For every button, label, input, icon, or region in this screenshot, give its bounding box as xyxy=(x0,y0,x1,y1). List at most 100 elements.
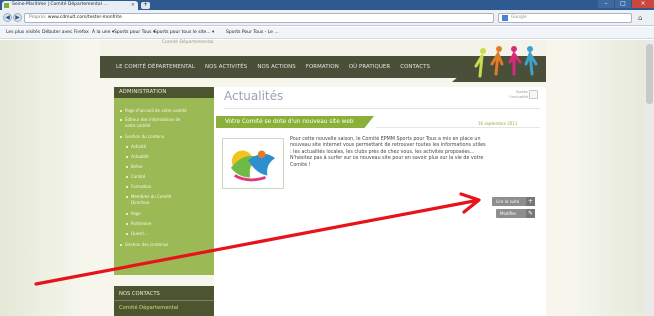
bookmark-item[interactable]: Sports Pour Tous - Le ... xyxy=(226,27,279,39)
bullet-icon xyxy=(126,146,128,148)
bullet-icon xyxy=(120,244,122,246)
sidebar-item-comite[interactable]: Comité xyxy=(126,174,145,179)
contacts-box: NOS CONTACTS Comité Départemental xyxy=(114,286,214,316)
edit-label: Modifier xyxy=(500,211,517,216)
bullet-icon xyxy=(126,176,128,178)
sidebar-item-label: votre comité xyxy=(125,123,151,128)
google-icon xyxy=(502,15,508,21)
scrollbar-thumb[interactable] xyxy=(646,44,653,104)
sidebar-item-formation[interactable]: Formation xyxy=(126,184,151,189)
bullet-icon xyxy=(126,213,128,215)
bullet-icon xyxy=(120,119,122,121)
bullet-icon xyxy=(126,166,128,168)
sidebar-item-home[interactable]: Page d'accueil de votre comité xyxy=(120,108,187,113)
close-window-icon[interactable]: × xyxy=(632,0,654,8)
read-more-button[interactable]: Lire la suite + xyxy=(492,197,535,206)
sidebar-item-membres-cont[interactable]: Directeur xyxy=(131,200,150,205)
article-title[interactable]: Votre Comité se dote d'un nouveau site w… xyxy=(216,116,374,128)
bullet-icon xyxy=(126,233,128,235)
divider xyxy=(114,300,214,301)
sidebar-item-label: Gestion des contenus xyxy=(125,242,169,247)
new-tab-button[interactable]: + xyxy=(141,2,150,9)
home-icon[interactable]: ⌂ xyxy=(638,14,642,22)
article-date: 16 septembre 2011 xyxy=(478,121,518,126)
pencil-icon: ✎ xyxy=(526,209,535,218)
bullet-icon xyxy=(126,196,128,198)
search-placeholder: Google xyxy=(511,15,527,20)
sidebar-item-label: Activité xyxy=(131,144,147,149)
sidebar-item-activite[interactable]: Activité xyxy=(126,144,146,149)
divider xyxy=(224,108,540,109)
all-news-link[interactable]: Toutes l'actualité xyxy=(502,89,528,99)
bullet-icon xyxy=(126,156,128,158)
article-body-line: Comité ! xyxy=(290,162,311,168)
edit-button[interactable]: Modifier ✎ xyxy=(496,209,535,218)
sidebar-item-label: Page xyxy=(131,211,141,216)
bookmark-item[interactable]: Sports pour Tous ▾ xyxy=(114,27,155,39)
browser-tab-bar: Seine-Maritime | Comité Départemental ..… xyxy=(0,0,654,10)
sidebar-item-breve[interactable]: Brève xyxy=(126,164,143,169)
sidebar-item-label: Questi... xyxy=(131,231,148,236)
sidebar-item-label: Brève xyxy=(131,164,143,169)
menu-item-comite[interactable]: LE COMITÉ DÉPARTEMENTAL xyxy=(116,64,195,70)
sidebar-item-actualite[interactable]: Actualité xyxy=(126,154,149,159)
read-more-label: Lire la suite xyxy=(496,199,520,204)
site-logo xyxy=(452,46,546,82)
contacts-name[interactable]: Comité Départemental xyxy=(119,305,178,311)
sidebar-item-editor[interactable]: Éditeur des informations de xyxy=(120,117,180,122)
sidebar-item-label: Page d'accueil de votre comité xyxy=(125,108,187,113)
article-thumbnail xyxy=(222,138,284,189)
page-title: Actualités xyxy=(224,89,284,103)
sidebar-item-label: Comité xyxy=(131,174,146,179)
bookmark-item[interactable]: Les plus visités xyxy=(6,27,40,39)
sidebar-item-label: Gestion du contenu xyxy=(125,134,165,139)
bookmarks-bar: Les plus visités Débuter avec Firefox À … xyxy=(0,27,654,39)
sidebar-item-partenaire[interactable]: Partenaire xyxy=(126,221,151,226)
sidebar-item-label: Formation xyxy=(131,184,152,189)
plus-icon: + xyxy=(526,197,535,206)
bookmark-item[interactable]: Sports pour tous le site... ▾ xyxy=(154,27,214,39)
close-tab-icon[interactable]: × xyxy=(131,2,135,8)
bullet-icon xyxy=(120,110,122,112)
list-icon[interactable] xyxy=(529,90,538,99)
all-news-label-2: l'actualité xyxy=(509,93,528,99)
menu-item-actions[interactable]: NOS ACTIONS xyxy=(257,64,295,70)
sidebar-item-label: Membres du Comité xyxy=(131,194,172,199)
bookmark-item[interactable]: Débuter avec Firefox xyxy=(42,27,89,39)
sidebar-item-question[interactable]: Questi... xyxy=(126,231,148,236)
back-arrow-icon[interactable]: ◀ xyxy=(3,13,12,22)
menu-item-pratiquer[interactable]: OÙ PRATIQUER xyxy=(349,64,390,70)
divider xyxy=(376,127,540,128)
minimize-icon[interactable]: – xyxy=(598,0,614,8)
admin-sidebar: ADMINISTRATION Page d'accueil de votre c… xyxy=(114,87,214,275)
bullet-icon xyxy=(120,136,122,138)
sidebar-item-editor-cont[interactable]: votre comité xyxy=(125,123,150,128)
url-prefix: Proprio: xyxy=(29,15,48,20)
sidebar-item-label: Directeur xyxy=(131,200,150,205)
page-side-shade-left xyxy=(0,40,84,316)
sidebar-item-gestion-contenus[interactable]: Gestion des contenus xyxy=(120,242,168,247)
site-favicon-icon xyxy=(4,3,9,8)
sidebar-item-label: Actualité xyxy=(131,154,149,159)
address-bar[interactable]: Proprio: www.cdmult.com/tester-monfrite xyxy=(24,13,494,23)
window-controls: – □ × xyxy=(597,0,654,10)
page-side-shade-right xyxy=(572,40,654,316)
sidebar-item-page[interactable]: Page xyxy=(126,211,141,216)
browser-tab[interactable]: Seine-Maritime | Comité Départemental ..… xyxy=(2,1,138,10)
sidebar-item-label: Éditeur des informations de xyxy=(125,117,181,122)
forward-arrow-icon[interactable]: ▶ xyxy=(13,13,22,22)
tab-title: Seine-Maritime | Comité Départemental ..… xyxy=(12,2,108,7)
menu-item-contacts[interactable]: CONTACTS xyxy=(400,64,430,70)
menu-item-formation[interactable]: FORMATION xyxy=(306,64,339,70)
search-input[interactable]: Google xyxy=(498,13,632,23)
maximize-icon[interactable]: □ xyxy=(615,0,631,8)
menu-item-activites[interactable]: NOS ACTIVITÉS xyxy=(205,64,247,70)
navigation-toolbar: ◀ ▶ Proprio: www.cdmult.com/tester-monfr… xyxy=(0,10,654,26)
sidebar-item-membres[interactable]: Membres du Comité xyxy=(126,194,171,199)
bookmark-item[interactable]: À la une ▾ xyxy=(92,27,114,39)
sidebar-item-label: Partenaire xyxy=(131,221,152,226)
bullet-icon xyxy=(126,186,128,188)
site-header-text: Comité Départemental xyxy=(162,40,214,45)
sidebar-item-content[interactable]: Gestion du contenu xyxy=(120,134,164,139)
url-text: www.cdmult.com/tester-monfrite xyxy=(47,15,122,20)
